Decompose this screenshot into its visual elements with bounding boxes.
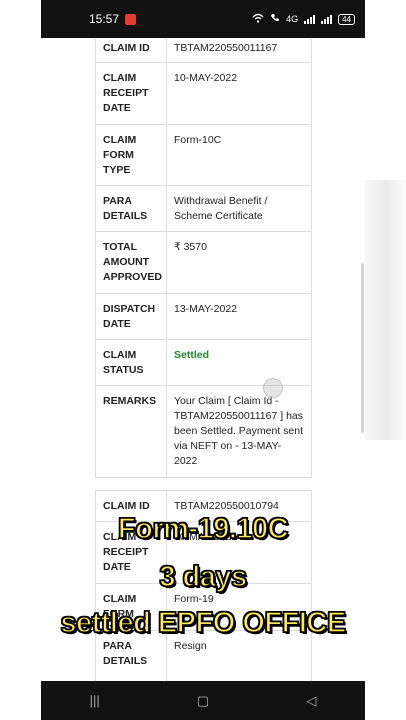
home-button[interactable]: ▢	[197, 693, 209, 709]
battery-icon: 44	[338, 13, 355, 25]
claim-table-1: CLAIM ID TBTAM220550011167 CLAIM RECEIPT…	[95, 38, 312, 478]
status-settled: Settled	[174, 349, 210, 361]
row-label: CLAIM STATUS	[96, 340, 167, 385]
row-label: CLAIM ID	[96, 38, 167, 62]
edge-shade	[365, 180, 406, 440]
status-bar: 15:57 4G 44	[41, 0, 365, 38]
signal-icon	[304, 14, 316, 24]
screen-record-icon	[125, 13, 137, 25]
scrollbar[interactable]	[361, 263, 364, 433]
recents-button[interactable]: |||	[90, 693, 100, 708]
overlay-line-3: settled EPFO OFFICE	[60, 606, 347, 640]
back-button[interactable]: ◁	[306, 693, 316, 709]
row-value: Withdrawal Benefit / Scheme Certificate	[174, 195, 268, 222]
nav-bar: ||| ▢ ◁	[41, 681, 365, 720]
table-row: CLAIM FORM TYPE Form-10C	[96, 124, 311, 185]
screen: 15:57 4G 44 CLAIM ID TBTAM220550011167 C…	[0, 0, 406, 720]
signal-icon-2	[321, 14, 333, 24]
table-row: PARA DETAILS Withdrawal Benefit / Scheme…	[96, 185, 311, 231]
row-value: ₹ 3570	[174, 241, 207, 253]
row-value: 10-MAY-2022	[174, 72, 238, 84]
row-label: PARA DETAILS	[96, 186, 167, 231]
status-icons: 4G 44	[252, 13, 355, 25]
table-row: CLAIM STATUS Settled	[96, 339, 311, 385]
row-label: CLAIM RECEIPT DATE	[96, 63, 167, 124]
table-row: REMARKS Your Claim [ Claim Id - TBTAM220…	[96, 385, 311, 477]
overlay-line-2: 3 days	[159, 560, 248, 594]
call-icon	[270, 13, 280, 25]
table-row: TOTAL AMOUNT APPROVED ₹ 3570	[96, 231, 311, 293]
row-value: Form-10C	[174, 134, 222, 146]
touch-indicator	[263, 378, 283, 398]
row-label: REMARKS	[96, 386, 167, 477]
network-type: 4G	[286, 14, 299, 24]
row-label: CLAIM FORM TYPE	[96, 125, 167, 185]
table-row: DISPATCH DATE 13-MAY-2022	[96, 293, 311, 339]
row-label: DISPATCH DATE	[96, 294, 167, 339]
overlay-line-1: Form-19.10C	[117, 512, 289, 546]
row-value: Your Claim [ Claim Id - TBTAM22055001116…	[174, 395, 303, 467]
row-value: TBTAM220550011167	[174, 42, 278, 54]
wifi-icon	[252, 13, 264, 25]
status-time: 15:57	[89, 12, 120, 26]
row-label: TOTAL AMOUNT APPROVED	[96, 232, 167, 293]
row-value: 13-MAY-2022	[174, 303, 238, 315]
table-row: CLAIM RECEIPT DATE 10-MAY-2022	[96, 62, 311, 124]
table-row: CLAIM ID TBTAM220550011167	[96, 38, 311, 62]
